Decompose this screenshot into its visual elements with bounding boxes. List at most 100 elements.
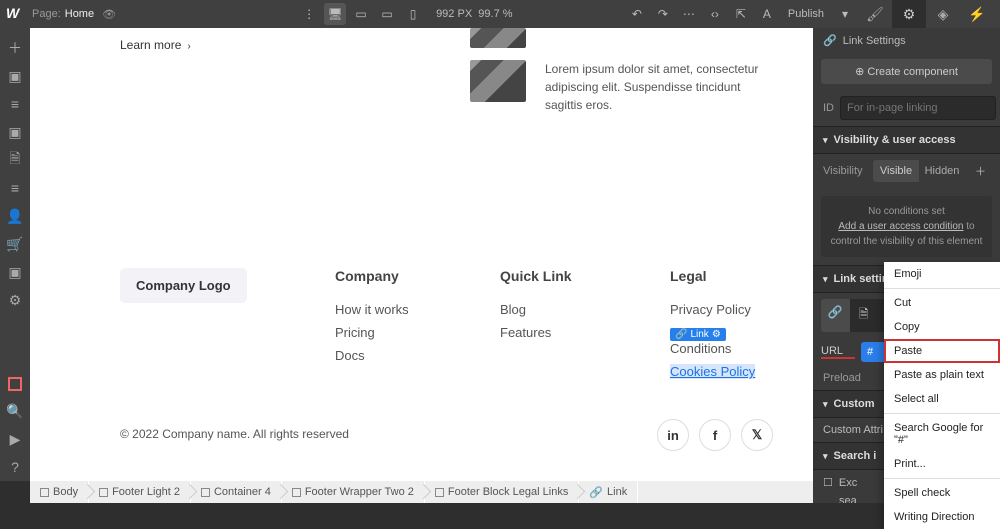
footer-col-company: Company How it works Pricing Docs xyxy=(335,268,409,371)
footer-link[interactable]: Features xyxy=(500,325,572,340)
right-panel-tabs: 🖌 ⚙ ◈ ⚡ xyxy=(858,0,994,28)
users-icon[interactable]: 👤 xyxy=(5,206,25,226)
context-select-all[interactable]: Select all xyxy=(884,387,1000,411)
desktop-view-icon[interactable]: 🖥 xyxy=(324,3,346,25)
crumb-footer-wrapper[interactable]: Footer Wrapper Two 2 xyxy=(282,481,425,503)
crumb-body[interactable]: Body xyxy=(30,481,89,503)
footer-link[interactable]: How it works xyxy=(335,302,409,317)
comments-icon[interactable]: ⋯ xyxy=(678,3,700,25)
components-icon[interactable]: ▣ xyxy=(5,122,25,142)
footer-link[interactable]: Privacy Policy xyxy=(670,302,773,317)
chevron-down-icon[interactable]: ▾ xyxy=(834,3,856,25)
footer-heading: Quick Link xyxy=(500,268,572,284)
context-copy[interactable]: Copy xyxy=(884,315,1000,339)
navigator-icon[interactable]: ▣ xyxy=(5,66,25,86)
no-conditions-text: No conditions set xyxy=(829,204,984,219)
link-page-tab-icon[interactable]: 🗎 xyxy=(850,299,879,332)
link-url-tab-icon[interactable]: 🔗 xyxy=(821,299,850,332)
context-emoji[interactable]: Emoji xyxy=(884,262,1000,286)
footer-link[interactable]: 🔗 Link ⚙ Conditions xyxy=(670,325,773,356)
add-visibility-icon[interactable]: ＋ xyxy=(971,163,990,179)
top-toolbar: W Page: Home 👁 ⋮ 🖥 ▭ ▭ ▯ 992 PX 99.7 % ↶… xyxy=(0,0,1000,28)
webflow-logo-icon[interactable]: W xyxy=(6,5,24,23)
chevron-right-icon: › xyxy=(187,41,190,52)
settings-icon[interactable]: ⚙ xyxy=(5,290,25,310)
article-thumbnail xyxy=(470,60,526,102)
zoom-value[interactable]: 99.7 xyxy=(478,8,499,20)
left-toolbar: ＋ ▣ ≡ ▣ 🗎 ≡ 👤 🛒 ▣ ⚙ 🔍 ▶ ? xyxy=(0,28,30,481)
article-thumbnail xyxy=(470,28,526,48)
linkedin-icon[interactable]: in xyxy=(657,419,689,451)
pages-icon[interactable]: ≡ xyxy=(5,94,25,114)
hidden-option[interactable]: Hidden xyxy=(919,160,965,182)
tablet-view-icon[interactable]: ▭ xyxy=(350,3,372,25)
conditions-box: No conditions set Add a user access cond… xyxy=(821,196,992,257)
ecommerce-icon[interactable]: 🛒 xyxy=(5,234,25,254)
footer-link[interactable]: Pricing xyxy=(335,325,409,340)
menu-dots-icon[interactable]: ⋮ xyxy=(298,3,320,25)
twitter-icon[interactable]: 𝕏 xyxy=(741,419,773,451)
publish-button[interactable]: Publish xyxy=(782,3,830,25)
context-spell-check[interactable]: Spell check xyxy=(884,481,1000,505)
style-manager-tab-icon[interactable]: ◈ xyxy=(926,0,960,28)
crumb-container[interactable]: Container 4 xyxy=(191,481,282,503)
page-name[interactable]: Home xyxy=(65,8,94,20)
style-tab-icon[interactable]: 🖌 xyxy=(858,0,892,28)
id-label: ID xyxy=(823,102,834,114)
context-paste-plain[interactable]: Paste as plain text xyxy=(884,363,1000,387)
context-paste[interactable]: Paste xyxy=(884,339,1000,363)
footer-col-legal: Legal Privacy Policy 🔗 Link ⚙ Conditions… xyxy=(670,268,773,387)
add-condition-link[interactable]: Add a user access condition xyxy=(838,221,963,232)
design-canvas[interactable]: Learn more› Lorem ipsum dolor sit amet, … xyxy=(30,28,813,481)
preload-label: Preload xyxy=(823,372,867,384)
footer-link[interactable]: Blog xyxy=(500,302,572,317)
id-input[interactable] xyxy=(840,96,996,120)
footer-heading: Legal xyxy=(670,268,773,284)
page-label: Page: xyxy=(32,8,61,20)
context-cut[interactable]: Cut xyxy=(884,291,1000,315)
mobile-landscape-icon[interactable]: ▭ xyxy=(376,3,398,25)
context-print[interactable]: Print... xyxy=(884,452,1000,476)
footer-link[interactable]: Docs xyxy=(335,348,409,363)
learn-more-link[interactable]: Learn more› xyxy=(120,38,191,52)
copyright-text: © 2022 Company name. All rights reserved xyxy=(120,427,349,441)
context-writing-direction[interactable]: Writing Direction xyxy=(884,505,1000,529)
footer-col-quicklink: Quick Link Blog Features xyxy=(500,268,572,348)
url-field-label: URL xyxy=(821,345,855,359)
audit-icon[interactable]: A xyxy=(756,3,778,25)
interactions-tab-icon[interactable]: ⚡ xyxy=(960,0,994,28)
social-links: in f 𝕏 xyxy=(657,419,773,451)
crumb-footer-light[interactable]: Footer Light 2 xyxy=(89,481,191,503)
mobile-portrait-icon[interactable]: ▯ xyxy=(402,3,424,25)
context-menu: Emoji Cut Copy Paste Paste as plain text… xyxy=(884,262,1000,529)
visible-option[interactable]: Visible xyxy=(873,160,919,182)
eye-icon[interactable]: 👁 xyxy=(102,8,116,21)
breadcrumb: Body Footer Light 2 Container 4 Footer W… xyxy=(30,481,813,503)
video-icon[interactable]: ▶ xyxy=(5,429,25,449)
company-logo[interactable]: Company Logo xyxy=(120,268,247,303)
canvas-width[interactable]: 992 xyxy=(436,8,454,20)
create-component-button[interactable]: ⊕ Create component xyxy=(821,59,992,84)
visibility-label: Visibility xyxy=(823,165,867,177)
undo-icon[interactable]: ↶ xyxy=(626,3,648,25)
cookies-policy-link-selected[interactable]: Cookies Policy xyxy=(670,364,755,379)
element-tag[interactable]: 🔗 Link ⚙ xyxy=(670,328,726,341)
code-icon[interactable]: ‹› xyxy=(704,3,726,25)
settings-tab-icon[interactable]: ⚙ xyxy=(892,0,926,28)
context-search-google[interactable]: Search Google for "#" xyxy=(884,416,1000,452)
search-icon[interactable]: 🔍 xyxy=(5,401,25,421)
crumb-footer-block[interactable]: Footer Block Legal Links xyxy=(425,481,579,503)
add-element-icon[interactable]: ＋ xyxy=(5,38,25,58)
article-excerpt: Lorem ipsum dolor sit amet, consectetur … xyxy=(545,60,775,114)
audit-square-icon[interactable] xyxy=(8,377,22,391)
link-settings-label: 🔗 Link Settings xyxy=(813,28,1000,53)
facebook-icon[interactable]: f xyxy=(699,419,731,451)
export-icon[interactable]: ⇱ xyxy=(730,3,752,25)
assets-icon[interactable]: 🗎 xyxy=(5,150,25,170)
cms-icon[interactable]: ≡ xyxy=(5,178,25,198)
redo-icon[interactable]: ↷ xyxy=(652,3,674,25)
crumb-link[interactable]: 🔗 Link xyxy=(579,481,638,503)
visibility-section-header[interactable]: ▾Visibility & user access xyxy=(813,126,1000,154)
apps-icon[interactable]: ▣ xyxy=(5,262,25,282)
help-icon[interactable]: ? xyxy=(5,457,25,477)
